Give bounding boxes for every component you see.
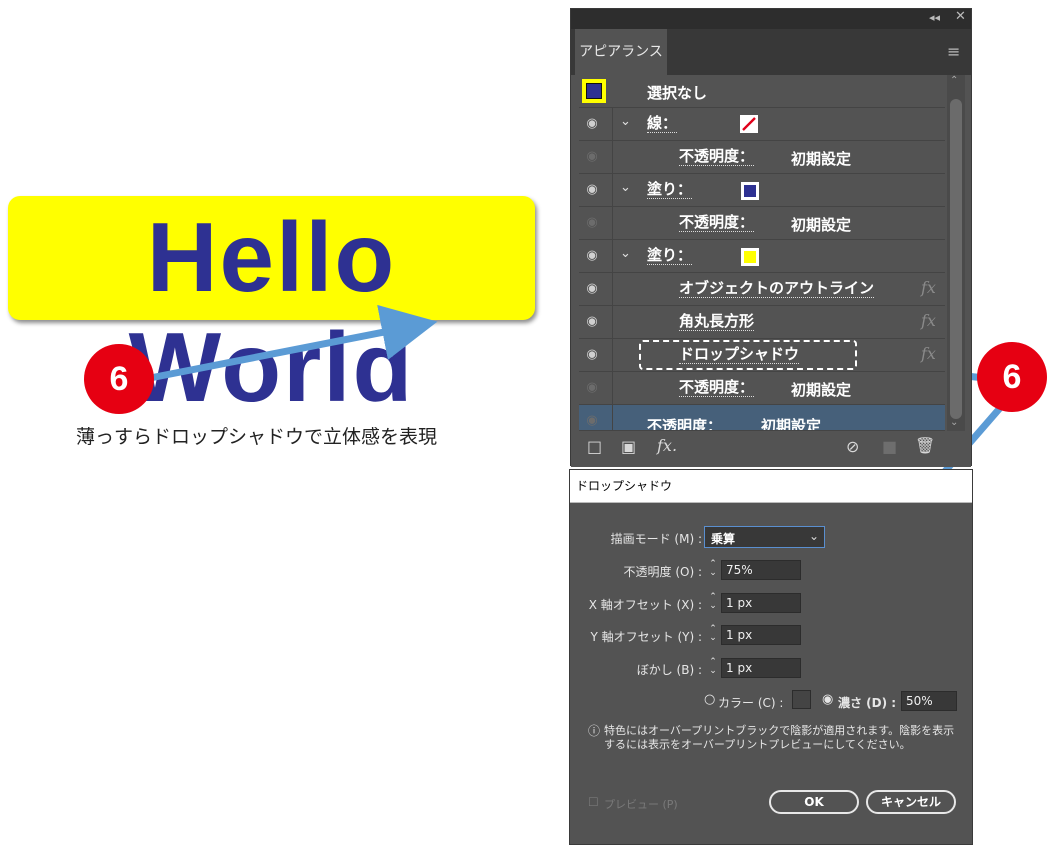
radio-darkness[interactable]: ◉	[822, 692, 833, 707]
list-item-opacity[interactable]: ◉ 不透明度： 初期設定	[579, 141, 945, 174]
appearance-panel: ◂◂ ✕ アピアランス ≡ 選択なし ◉ ⌄ 線： ◉ 不透明度： 初期設定 ◉…	[570, 8, 972, 467]
cancel-button[interactable]: キャンセル	[866, 790, 956, 814]
panel-tab-row: アピアランス ≡	[571, 29, 971, 75]
tab-appearance[interactable]: アピアランス	[575, 29, 667, 75]
dropshadow-dialog: ドロップシャドウ 描画モード (M) : 乗算 ⌄ 不透明度 (O) : ⌃ ⌄ …	[569, 469, 973, 845]
chevron-down-icon[interactable]: ⌄	[620, 114, 631, 129]
panel-titlebar: ◂◂ ✕	[571, 9, 971, 29]
color-swatch[interactable]	[792, 690, 811, 709]
step-badge-right: 6	[977, 342, 1047, 412]
row-value: 初期設定	[791, 381, 852, 399]
list-item-selection[interactable]: 選択なし	[579, 75, 945, 108]
row-label[interactable]: 不透明度：	[647, 415, 722, 430]
list-item-fill[interactable]: ◉ ⌄ 塗り：	[579, 174, 945, 207]
x-offset-label: X 軸オフセット (X) :	[588, 598, 702, 612]
scroll-up-icon[interactable]: ⌃	[950, 75, 958, 86]
eye-icon[interactable]: ◉	[583, 150, 601, 164]
list-item-fill[interactable]: ◉ ⌄ 塗り：	[579, 240, 945, 273]
info-icon: ⓘ	[588, 724, 601, 738]
info-text: 特色にはオーバープリントブラックで陰影が適用されます。陰影を表示するには表示をオ…	[604, 724, 955, 751]
ok-button[interactable]: OK	[769, 790, 859, 814]
row-label[interactable]: 不透明度：	[679, 148, 755, 166]
opacity-label: 不透明度 (O) :	[623, 565, 702, 579]
darkness-input[interactable]: 50%	[901, 691, 957, 711]
eye-icon[interactable]: ◉	[583, 183, 601, 197]
fx-icon[interactable]: fx	[921, 344, 936, 363]
list-item-opacity[interactable]: ◉ 不透明度： 初期設定	[579, 207, 945, 240]
blur-input[interactable]: 1 px	[721, 658, 801, 678]
list-item-opacity[interactable]: ◉ 不透明度： 初期設定	[579, 372, 945, 405]
duplicate-item-icon[interactable]: ■	[882, 437, 897, 456]
y-offset-label: Y 軸オフセット (Y) :	[590, 630, 702, 644]
fx-icon[interactable]: fx	[921, 278, 936, 297]
chevron-down-icon[interactable]: ⌄	[620, 246, 631, 261]
add-fill-icon[interactable]: ▣	[621, 437, 636, 456]
radio-color[interactable]: ○	[704, 692, 715, 707]
mode-value: 乗算	[711, 532, 736, 546]
y-offset-input[interactable]: 1 px	[721, 625, 801, 645]
arrow-left	[149, 304, 438, 382]
stepper-icon[interactable]: ⌃ ⌄	[707, 658, 719, 678]
add-stroke-icon[interactable]: □	[587, 437, 602, 456]
eye-icon[interactable]: ◉	[583, 117, 601, 131]
scroll-down-icon[interactable]: ⌄	[950, 417, 958, 428]
row-value: 初期設定	[761, 417, 822, 431]
opacity-input[interactable]: 75%	[721, 560, 801, 580]
color-label: カラー (C) :	[718, 696, 784, 710]
stepper-icon[interactable]: ⌃ ⌄	[707, 560, 719, 580]
eye-icon[interactable]: ◉	[583, 381, 601, 395]
x-offset-input[interactable]: 1 px	[721, 593, 801, 613]
eye-icon[interactable]: ◉	[583, 315, 601, 329]
list-item-opacity-selected[interactable]: ◉ 不透明度： 初期設定	[579, 405, 945, 431]
eye-icon[interactable]: ◉	[583, 216, 601, 230]
preview-label: プレビュー (P)	[604, 798, 678, 811]
row-label[interactable]: オブジェクトのアウトライン	[679, 280, 875, 298]
eye-icon[interactable]: ◉	[583, 282, 601, 296]
row-label[interactable]: 角丸長方形	[679, 313, 755, 331]
selection-thumbnail	[582, 79, 606, 103]
eye-icon[interactable]: ◉	[583, 249, 601, 263]
panel-footer: □ ▣ fx. ⊘ ■ 🗑	[571, 431, 971, 467]
stepper-icon[interactable]: ⌃ ⌄	[707, 625, 719, 645]
list-item-effect[interactable]: ◉ 角丸長方形 fx	[579, 306, 945, 339]
row-label[interactable]: 線：	[647, 115, 678, 133]
list-item-stroke[interactable]: ◉ ⌄ 線：	[579, 108, 945, 141]
chevron-down-icon: ⌄	[809, 529, 820, 543]
eye-icon[interactable]: ◉	[583, 348, 601, 362]
mode-select[interactable]: 乗算 ⌄	[704, 526, 825, 548]
trash-icon[interactable]: 🗑	[915, 436, 935, 455]
row-value: 初期設定	[791, 216, 852, 234]
row-label: 選択なし	[647, 84, 708, 102]
chevron-down-icon[interactable]: ⌄	[620, 180, 631, 195]
darkness-label: 濃さ (D) :	[838, 696, 897, 710]
list-item-effect[interactable]: ◉ オブジェクトのアウトライン fx	[579, 273, 945, 306]
step-badge-left: 6	[84, 344, 154, 414]
clear-appearance-icon[interactable]: ⊘	[846, 437, 859, 456]
row-value: 初期設定	[791, 150, 852, 168]
fx-icon[interactable]: fx	[921, 311, 936, 330]
stroke-none-swatch[interactable]	[740, 115, 758, 133]
row-label[interactable]: 塗り：	[647, 181, 693, 199]
eye-icon[interactable]: ◉	[583, 414, 601, 428]
row-label[interactable]: 不透明度：	[679, 379, 755, 397]
stepper-icon[interactable]: ⌃ ⌄	[707, 593, 719, 613]
fill-swatch[interactable]	[741, 248, 759, 266]
row-label[interactable]: 不透明度：	[679, 214, 755, 232]
dialog-title: ドロップシャドウ	[570, 470, 972, 503]
preview-checkbox[interactable]: ☐	[588, 795, 599, 809]
row-label[interactable]: ドロップシャドウ	[679, 346, 800, 364]
blur-label: ぼかし (B) :	[636, 663, 702, 677]
row-label[interactable]: 塗り：	[647, 247, 693, 265]
close-icon[interactable]: ✕	[955, 9, 966, 24]
collapse-icon[interactable]: ◂◂	[929, 11, 940, 24]
panel-menu-icon[interactable]: ≡	[947, 42, 960, 61]
fill-swatch[interactable]	[741, 182, 759, 200]
caption-text: 薄っすらドロップシャドウで立体感を表現	[76, 426, 438, 448]
add-effect-icon[interactable]: fx.	[657, 436, 677, 455]
scrollbar-thumb[interactable]	[950, 99, 962, 419]
mode-label: 描画モード (M) :	[610, 532, 702, 546]
list-item-dropshadow[interactable]: ◉ ドロップシャドウ fx	[579, 339, 945, 372]
